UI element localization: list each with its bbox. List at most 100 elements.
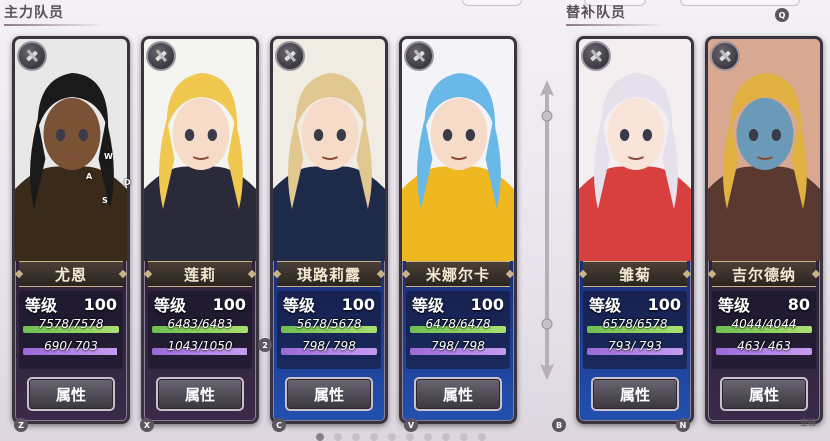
z-key-hint[interactable]: Z xyxy=(14,418,28,432)
a-key-hint[interactable]: A xyxy=(86,172,92,181)
page-dot[interactable] xyxy=(334,433,342,441)
level-value: 100 xyxy=(647,294,681,314)
attribute-button[interactable]: 属性 xyxy=(156,377,244,411)
level-label: 等级 xyxy=(412,296,445,315)
hp-value: 4044/4044 xyxy=(731,317,797,331)
hp-bar: 6578/6578 xyxy=(587,317,683,335)
weapon-type-icon xyxy=(17,41,47,71)
attribute-button[interactable]: 属性 xyxy=(285,377,373,411)
attribute-button[interactable]: 属性 xyxy=(414,377,502,411)
level-value: 80 xyxy=(787,294,810,314)
sp-bar: 690/ 703 xyxy=(23,339,119,357)
search-key-hint[interactable]: Q xyxy=(775,8,789,22)
character-name: 吉尔德纳 xyxy=(712,261,816,287)
attribute-button[interactable]: 属性 xyxy=(27,377,115,411)
weapon-type-icon xyxy=(710,41,740,71)
page-dot[interactable] xyxy=(316,433,324,441)
character-card[interactable]: 米娜尔卡等级 100 6478/6478 798/ 798 属性 xyxy=(399,36,517,424)
character-name: 尤恩 xyxy=(19,261,123,287)
swap-arrow-icon xyxy=(540,80,554,380)
hp-bar: 5678/5678 xyxy=(281,317,377,335)
level-row: 等级 100 xyxy=(25,293,117,316)
hp-bar: 6483/6483 xyxy=(152,317,248,335)
sp-bar: 798/ 798 xyxy=(410,339,506,357)
level-label: 等级 xyxy=(283,296,316,315)
hp-value: 6478/6478 xyxy=(425,317,491,331)
page-dot[interactable] xyxy=(478,433,486,441)
level-label: 等级 xyxy=(718,296,751,315)
hp-value: 6578/6578 xyxy=(602,317,668,331)
main-team-title: 主力队员 xyxy=(4,2,104,26)
sp-value: 793/ 793 xyxy=(608,339,662,353)
stats-panel: 等级 100 5678/5678 798/ 798 xyxy=(277,291,381,369)
page-dot[interactable] xyxy=(424,433,432,441)
c-key-hint[interactable]: C xyxy=(272,418,286,432)
character-card[interactable]: 吉尔德纳等级 80 4044/4044 463/ 463 属性 xyxy=(705,36,823,424)
page-dot[interactable] xyxy=(388,433,396,441)
character-portrait xyxy=(402,39,514,261)
character-card[interactable]: 莲莉等级 100 6483/6483 1043/1050 属性 xyxy=(141,36,259,424)
s-key-hint[interactable]: S xyxy=(102,196,108,205)
bench-team-title: 替补队员 xyxy=(566,2,666,26)
hp-bar: 4044/4044 xyxy=(716,317,812,335)
character-card[interactable]: 尤恩等级 100 7578/7578 690/ 703 属性 xyxy=(12,36,130,424)
w-key-hint[interactable]: W xyxy=(104,152,113,161)
level-row: 等级 100 xyxy=(154,293,246,316)
two-key-hint[interactable]: 2 xyxy=(258,338,272,352)
space-key-hint[interactable]: 空格 xyxy=(800,417,816,428)
sp-value: 463/ 463 xyxy=(737,339,791,353)
character-name: 莲莉 xyxy=(148,261,252,287)
d-key-hint[interactable]: D xyxy=(124,178,131,187)
character-name: 米娜尔卡 xyxy=(406,261,510,287)
page-indicator xyxy=(316,433,486,441)
n-key-hint[interactable]: N xyxy=(676,418,690,432)
page-dot[interactable] xyxy=(460,433,468,441)
level-value: 100 xyxy=(470,294,504,314)
stats-panel: 等级 100 6578/6578 793/ 793 xyxy=(583,291,687,369)
character-portrait xyxy=(579,39,691,261)
v-key-hint[interactable]: V xyxy=(404,418,418,432)
weapon-type-icon xyxy=(581,41,611,71)
hp-bar: 6478/6478 xyxy=(410,317,506,335)
character-portrait xyxy=(708,39,820,261)
attribute-button[interactable]: 属性 xyxy=(591,377,679,411)
x-key-hint[interactable]: X xyxy=(140,418,154,432)
character-portrait xyxy=(15,39,127,261)
page-dot[interactable] xyxy=(442,433,450,441)
top-tab-left xyxy=(462,0,522,6)
weapon-type-icon xyxy=(404,41,434,71)
character-name: 琪路莉露 xyxy=(277,261,381,287)
sp-bar: 463/ 463 xyxy=(716,339,812,357)
page-dot[interactable] xyxy=(370,433,378,441)
top-tab-right xyxy=(680,0,800,6)
level-label: 等级 xyxy=(25,296,58,315)
attribute-button[interactable]: 属性 xyxy=(720,377,808,411)
weapon-type-icon xyxy=(275,41,305,71)
level-value: 100 xyxy=(341,294,375,314)
sp-value: 690/ 703 xyxy=(44,339,98,353)
character-card[interactable]: 雏菊 等级 100 6578/6578 793/ 793 属性 xyxy=(576,36,694,424)
sp-value: 1043/1050 xyxy=(167,339,233,353)
page-dot[interactable] xyxy=(406,433,414,441)
character-name: 雏菊 xyxy=(583,261,687,287)
weapon-type-icon xyxy=(146,41,176,71)
stats-panel: 等级 100 7578/7578 690/ 703 xyxy=(19,291,123,369)
sp-bar: 793/ 793 xyxy=(587,339,683,357)
character-portrait xyxy=(144,39,256,261)
stats-panel: 等级 100 6478/6478 798/ 798 xyxy=(406,291,510,369)
sp-bar: 798/ 798 xyxy=(281,339,377,357)
sp-bar: 1043/1050 xyxy=(152,339,248,357)
level-row: 等级 100 xyxy=(412,293,504,316)
level-label: 等级 xyxy=(154,296,187,315)
stats-panel: 等级 100 6483/6483 1043/1050 xyxy=(148,291,252,369)
level-value: 100 xyxy=(83,294,117,314)
hp-bar: 7578/7578 xyxy=(23,317,119,335)
hp-value: 6483/6483 xyxy=(167,317,233,331)
page-dot[interactable] xyxy=(352,433,360,441)
b-key-hint[interactable]: B xyxy=(552,418,566,432)
level-row: 等级 80 xyxy=(718,293,810,316)
level-value: 100 xyxy=(212,294,246,314)
level-row: 等级 100 xyxy=(283,293,375,316)
character-card[interactable]: 琪路莉露等级 100 5678/5678 798/ 798 属性 xyxy=(270,36,388,424)
sp-value: 798/ 798 xyxy=(302,339,356,353)
